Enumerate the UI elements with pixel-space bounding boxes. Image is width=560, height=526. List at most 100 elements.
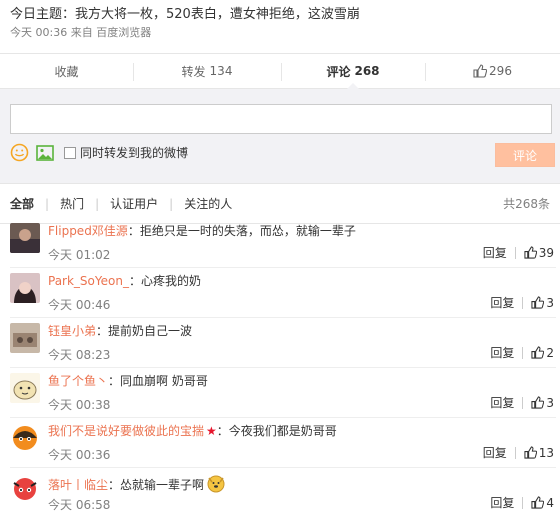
filter-divider: |	[45, 196, 50, 211]
comment-line: 落叶丨临尘：怂就输一辈子啊	[48, 473, 226, 497]
comment-text: ：提前奶自己一波	[96, 324, 193, 338]
comment-text: ：今夜我们都是奶哥哥	[216, 424, 337, 438]
comment-like-button[interactable]: 4	[531, 496, 554, 510]
comment-count: 268	[354, 64, 380, 78]
avatar[interactable]	[10, 223, 40, 253]
comment-username[interactable]: Flipped邓佳源	[48, 224, 128, 238]
thumbs-up-icon	[524, 246, 537, 259]
comment-like-button[interactable]: 3	[531, 296, 554, 310]
reply-button[interactable]: 回复	[490, 494, 514, 511]
repost-option-label: 同时转发到我的微博	[80, 146, 189, 160]
comment-time: 今天 00:46	[48, 298, 111, 312]
like-count: 2	[546, 345, 554, 360]
divider	[514, 446, 516, 459]
reply-button[interactable]: 回复	[490, 294, 514, 311]
comment-actions: 回复 3	[490, 294, 554, 311]
comment-item: 落叶丨临尘：怂就输一辈子啊 今天 06:58 回复 4	[10, 468, 556, 518]
post-title: 今日主题：我方大将一枚，520表白，遭女神拒绝，这波雪崩	[10, 7, 360, 22]
thumbs-up-icon	[524, 446, 537, 459]
comment-total: 共268条	[503, 197, 550, 211]
comment-username[interactable]: 鱼了个鱼丶	[48, 374, 108, 388]
comment-like-button[interactable]: 2	[531, 346, 554, 360]
favorite-button[interactable]: 收藏	[0, 54, 133, 88]
favorite-label: 收藏	[54, 64, 79, 79]
comment-time: 今天 08:23	[48, 348, 111, 362]
filter-all[interactable]: 全部	[10, 195, 34, 212]
divider	[522, 296, 524, 309]
comment-username[interactable]: 落叶丨临尘	[48, 478, 108, 492]
comment-username[interactable]: 我们不是说好要做彼此的宝揣	[48, 424, 204, 438]
comment-username[interactable]: Park_SoYeon_	[48, 274, 129, 288]
comment-line: 鱼了个鱼丶：同血崩啊 奶哥哥	[48, 373, 208, 389]
thumbs-up-icon	[531, 346, 545, 359]
comment-time: 今天 00:36	[48, 448, 111, 462]
divider	[522, 346, 524, 359]
reply-button[interactable]: 回复	[483, 244, 507, 261]
like-count: 4	[546, 495, 554, 510]
comment-item: 钰皇小弟：提前奶自己一波 今天 08:23 回复 2	[10, 318, 556, 368]
thumbs-up-icon	[531, 496, 545, 509]
like-count: 296	[489, 64, 512, 78]
comment-text: ：怂就输一辈子啊	[108, 478, 205, 492]
comment-item: Flipped邓佳源：拒绝只是一时的失落，而怂，就输一辈子 今天 01:02 回…	[10, 218, 556, 268]
comment-actions: 回复 4	[490, 494, 554, 511]
comment-line: Park_SoYeon_：心疼我的奶	[48, 273, 201, 289]
comment-like-button[interactable]: 39	[524, 246, 554, 260]
filter-hot[interactable]: 热门	[60, 195, 84, 212]
comment-like-button[interactable]: 3	[531, 396, 554, 410]
comment-line: Flipped邓佳源：拒绝只是一时的失落，而怂，就输一辈子	[48, 223, 356, 239]
submit-comment-button[interactable]: 评论	[495, 143, 555, 167]
comment-text: ：拒绝只是一时的失落，而怂，就输一辈子	[127, 224, 356, 238]
filter-divider: |	[95, 196, 100, 211]
comment-time: 今天 00:38	[48, 398, 111, 412]
avatar[interactable]	[10, 373, 40, 403]
comment-username[interactable]: 钰皇小弟	[48, 324, 96, 338]
post-source[interactable]: 百度浏览器	[96, 26, 151, 39]
avatar[interactable]	[10, 273, 40, 303]
comment-actions: 回复 2	[490, 344, 554, 361]
repost-label: 转发	[181, 64, 206, 79]
divider	[522, 496, 524, 509]
avatar[interactable]	[10, 323, 40, 353]
doge-emoji-icon	[206, 473, 226, 497]
filter-following[interactable]: 关注的人	[184, 195, 232, 212]
comment-actions: 回复 13	[483, 444, 554, 461]
thumbs-up-icon	[531, 396, 545, 409]
comment-label: 评论	[326, 64, 351, 79]
thumbs-up-icon	[473, 64, 488, 78]
reply-button[interactable]: 回复	[490, 344, 514, 361]
comment-line: 我们不是说好要做彼此的宝揣 ★：今夜我们都是奶哥哥	[48, 423, 337, 439]
comment-actions: 回复 39	[483, 244, 554, 261]
comment-like-button[interactable]: 13	[524, 446, 554, 460]
post-time[interactable]: 今天 00:36	[10, 26, 67, 39]
comment-actions: 回复 3	[490, 394, 554, 411]
reply-button[interactable]: 回复	[490, 394, 514, 411]
like-count: 39	[538, 245, 554, 260]
star-icon: ★	[206, 424, 217, 438]
comment-item: 我们不是说好要做彼此的宝揣 ★：今夜我们都是奶哥哥 今天 00:36 回复 13	[10, 418, 556, 468]
post-meta: 今天 00:36 来自 百度浏览器	[10, 25, 550, 41]
composer-tools: 同时转发到我的微博	[10, 143, 188, 162]
like-button[interactable]: 296	[425, 54, 560, 88]
filter-verified[interactable]: 认证用户	[110, 195, 158, 212]
like-count: 13	[538, 445, 554, 460]
repost-button[interactable]: 转发 134	[133, 54, 281, 88]
comment-time: 今天 01:02	[48, 248, 111, 262]
filter-divider: |	[169, 196, 174, 211]
comment-list: Flipped邓佳源：拒绝只是一时的失落，而怂，就输一辈子 今天 01:02 回…	[0, 218, 560, 518]
image-icon[interactable]	[35, 143, 54, 162]
comment-input[interactable]	[10, 104, 552, 134]
action-bar: 收藏 转发 134 评论 268 296	[0, 53, 560, 89]
comment-line: 钰皇小弟：提前奶自己一波	[48, 323, 192, 339]
like-count: 3	[546, 295, 554, 310]
comment-tab[interactable]: 评论 268	[281, 54, 425, 89]
repost-count: 134	[209, 64, 233, 78]
repost-checkbox[interactable]	[64, 146, 76, 159]
avatar[interactable]	[10, 423, 40, 453]
emoji-icon[interactable]	[10, 143, 29, 162]
like-count: 3	[546, 395, 554, 410]
comment-item: Park_SoYeon_：心疼我的奶 今天 00:46 回复 3	[10, 268, 556, 318]
avatar[interactable]	[10, 473, 40, 503]
reply-button[interactable]: 回复	[483, 444, 507, 461]
thumbs-up-icon	[531, 296, 545, 309]
